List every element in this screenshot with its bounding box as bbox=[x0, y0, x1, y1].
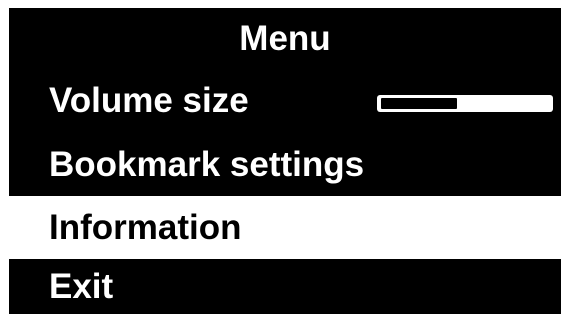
menu-title: Menu bbox=[239, 19, 331, 58]
menu-item-information[interactable]: Information bbox=[9, 196, 561, 259]
menu-item-volume-size[interactable]: Volume size bbox=[9, 70, 561, 132]
menu-item-label: Bookmark settings bbox=[49, 145, 365, 184]
menu-screen: Menu Volume size Bookmark settings Infor… bbox=[9, 8, 561, 314]
menu-item-label: Information bbox=[49, 208, 242, 247]
volume-slider-fill bbox=[381, 98, 457, 109]
menu-item-bookmark-settings[interactable]: Bookmark settings bbox=[9, 134, 561, 196]
menu-item-exit[interactable]: Exit bbox=[9, 259, 561, 314]
menu-item-label: Exit bbox=[49, 267, 114, 306]
volume-slider[interactable] bbox=[377, 95, 553, 112]
menu-item-label: Volume size bbox=[49, 81, 249, 120]
